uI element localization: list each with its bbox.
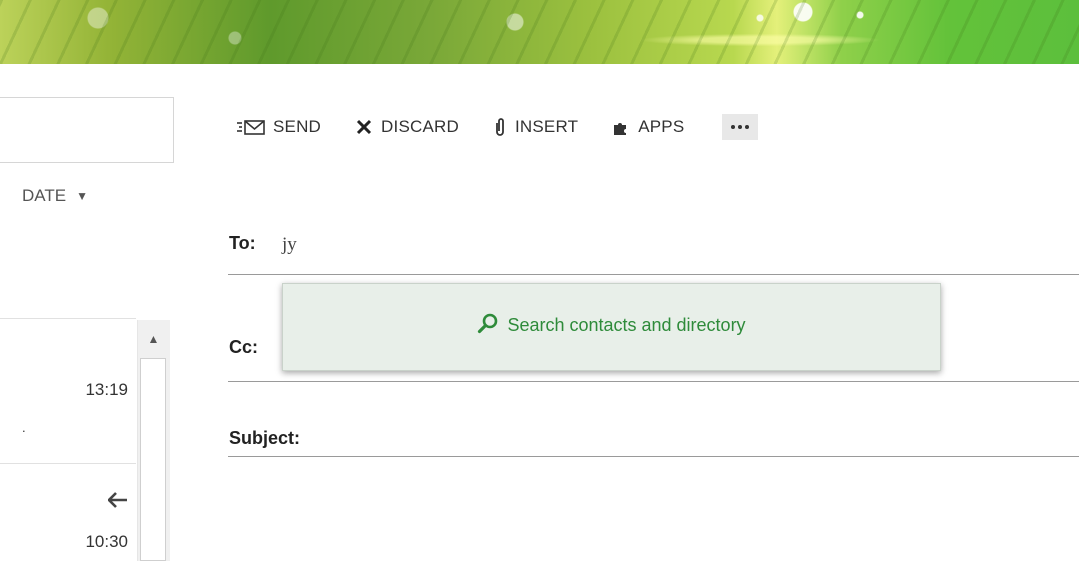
scrollbar-thumb[interactable]	[140, 358, 166, 561]
subject-field-underline	[228, 456, 1079, 457]
sort-by-date-button[interactable]: DATE ▼	[22, 186, 88, 206]
scroll-up-arrow-icon[interactable]: ▲	[137, 322, 170, 356]
discard-button[interactable]: DISCARD	[355, 117, 459, 137]
send-label: SEND	[273, 117, 322, 136]
search-icon	[477, 312, 499, 339]
ellipsis-icon	[745, 125, 750, 129]
send-button[interactable]: SEND	[237, 117, 321, 137]
message-time: 10:30	[85, 532, 128, 551]
sort-label: DATE	[22, 186, 67, 205]
subject-label: Subject:	[229, 428, 301, 448]
apps-button[interactable]: APPS	[612, 117, 684, 137]
message-time: 13:19	[85, 380, 128, 399]
apps-label: APPS	[638, 117, 685, 136]
cc-field-underline	[228, 381, 1079, 382]
send-mail-icon	[237, 118, 265, 136]
to-label: To:	[229, 233, 256, 253]
compose-toolbar: SEND DISCARD INSERT APPS	[237, 112, 759, 142]
search-contacts-option[interactable]: Search contacts and directory	[477, 312, 746, 339]
discard-label: DISCARD	[381, 117, 459, 136]
cc-label: Cc:	[229, 337, 259, 357]
paperclip-icon	[493, 117, 507, 137]
ellipsis-icon	[731, 125, 736, 129]
to-field[interactable]: jy	[282, 234, 297, 256]
more-options-button[interactable]	[722, 114, 759, 140]
search-box[interactable]	[0, 97, 174, 163]
reply-arrow-icon	[100, 488, 128, 514]
to-field-underline	[228, 274, 1079, 275]
list-divider	[0, 463, 136, 464]
list-divider	[0, 318, 136, 319]
search-contacts-label: Search contacts and directory	[507, 314, 746, 335]
contact-suggestion-popup[interactable]: Search contacts and directory	[282, 283, 941, 371]
header-banner	[0, 0, 1079, 64]
reply-arrow-svg	[107, 492, 127, 508]
chevron-down-icon: ▼	[76, 189, 88, 203]
ellipsis-icon	[738, 125, 743, 129]
puzzle-icon	[612, 118, 630, 136]
close-icon	[355, 118, 373, 136]
insert-label: INSERT	[514, 117, 579, 136]
message-preview: .	[22, 420, 26, 435]
insert-button[interactable]: INSERT	[493, 117, 578, 137]
